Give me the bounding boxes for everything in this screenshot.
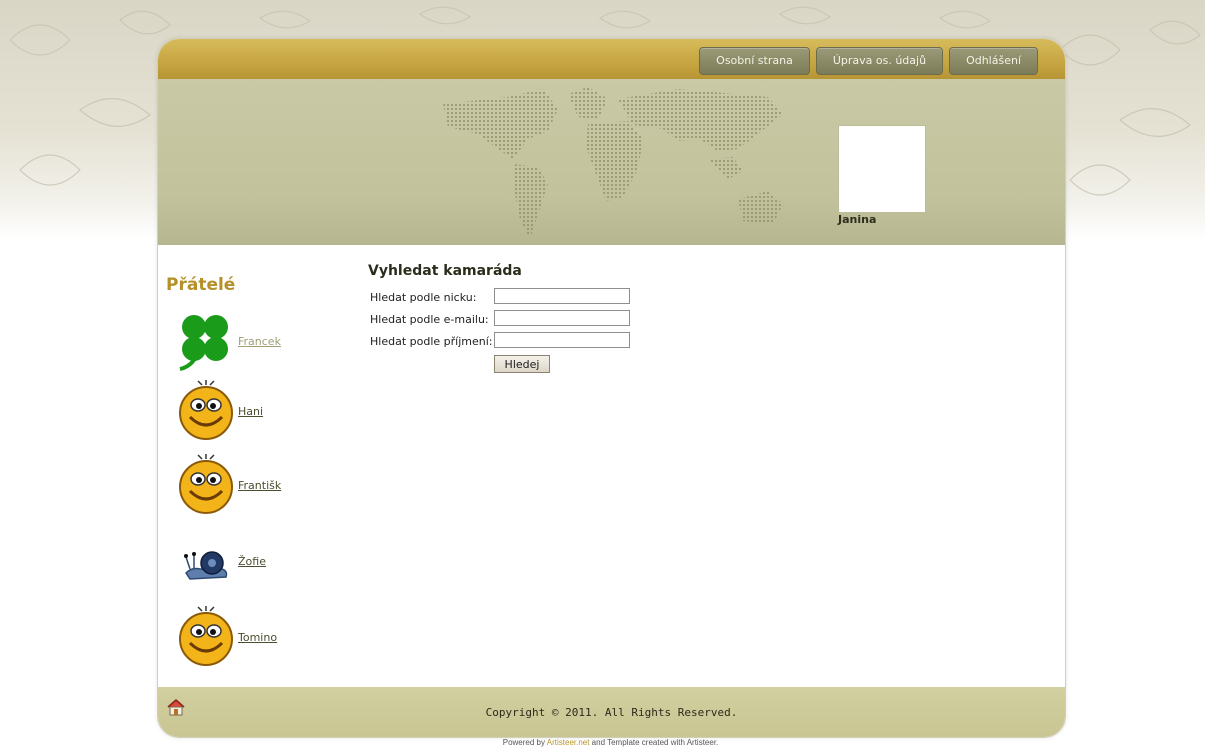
friend-link-frantisk[interactable]: Františk	[238, 479, 281, 492]
surname-label: Hledat podle příjmení:	[370, 335, 493, 348]
profile-name: Janina	[838, 213, 877, 226]
main-menu: Osobní strana Úprava os. údajů Odhlášení	[699, 47, 1038, 75]
email-label: Hledat podle e-mailu:	[370, 313, 489, 326]
friend-item-tomino: Tomino	[174, 605, 304, 669]
header-banner: Janina	[158, 79, 1065, 245]
world-map-graphic	[443, 87, 783, 239]
copyright-text: Copyright © 2011. All Rights Reserved.	[485, 706, 738, 719]
nav-odhlaseni-button[interactable]: Odhlášení	[949, 47, 1038, 75]
clover-icon[interactable]	[174, 309, 238, 373]
powered-prefix: Powered by	[502, 738, 547, 747]
friend-item-zofie: Žofie	[174, 529, 304, 593]
footer: Copyright © 2011. All Rights Reserved.	[158, 687, 1065, 737]
search-button[interactable]: Hledej	[494, 355, 550, 373]
friend-link-tomino[interactable]: Tomino	[238, 631, 277, 644]
smiley-icon[interactable]	[174, 379, 238, 443]
nav-uprava-udaju-button[interactable]: Úprava os. údajů	[815, 47, 944, 75]
email-input[interactable]	[494, 310, 630, 326]
surname-input[interactable]	[494, 332, 630, 348]
friend-item-hani: Hani	[174, 379, 304, 443]
friend-link-hani[interactable]: Hani	[238, 405, 263, 418]
artisteer-link[interactable]: Artisteer.net	[547, 738, 590, 747]
nav-osobni-strana-button[interactable]: Osobní strana	[699, 47, 810, 75]
powered-by-text: Powered by Artisteer.net and Template cr…	[0, 738, 1205, 747]
avatar[interactable]	[838, 125, 926, 213]
smiley-icon[interactable]	[174, 605, 238, 669]
friends-heading: Přátelé	[166, 275, 236, 295]
smiley-icon[interactable]	[174, 453, 238, 517]
page-container: Osobní strana Úprava os. údajů Odhlášení	[157, 38, 1066, 738]
friend-item-frantisk: Františk	[174, 453, 304, 517]
snail-icon[interactable]	[174, 529, 238, 593]
top-navigation-bar: Osobní strana Úprava os. údajů Odhlášení	[158, 39, 1065, 79]
friend-link-francek[interactable]: Francek	[238, 335, 281, 348]
nick-label: Hledat podle nicku:	[370, 291, 477, 304]
nick-input[interactable]	[494, 288, 630, 304]
powered-suffix: and Template created with Artisteer.	[589, 738, 719, 747]
friend-item-francek: Francek	[174, 309, 304, 373]
search-title: Vyhledat kamaráda	[368, 263, 522, 279]
friend-link-zofie[interactable]: Žofie	[238, 555, 266, 568]
